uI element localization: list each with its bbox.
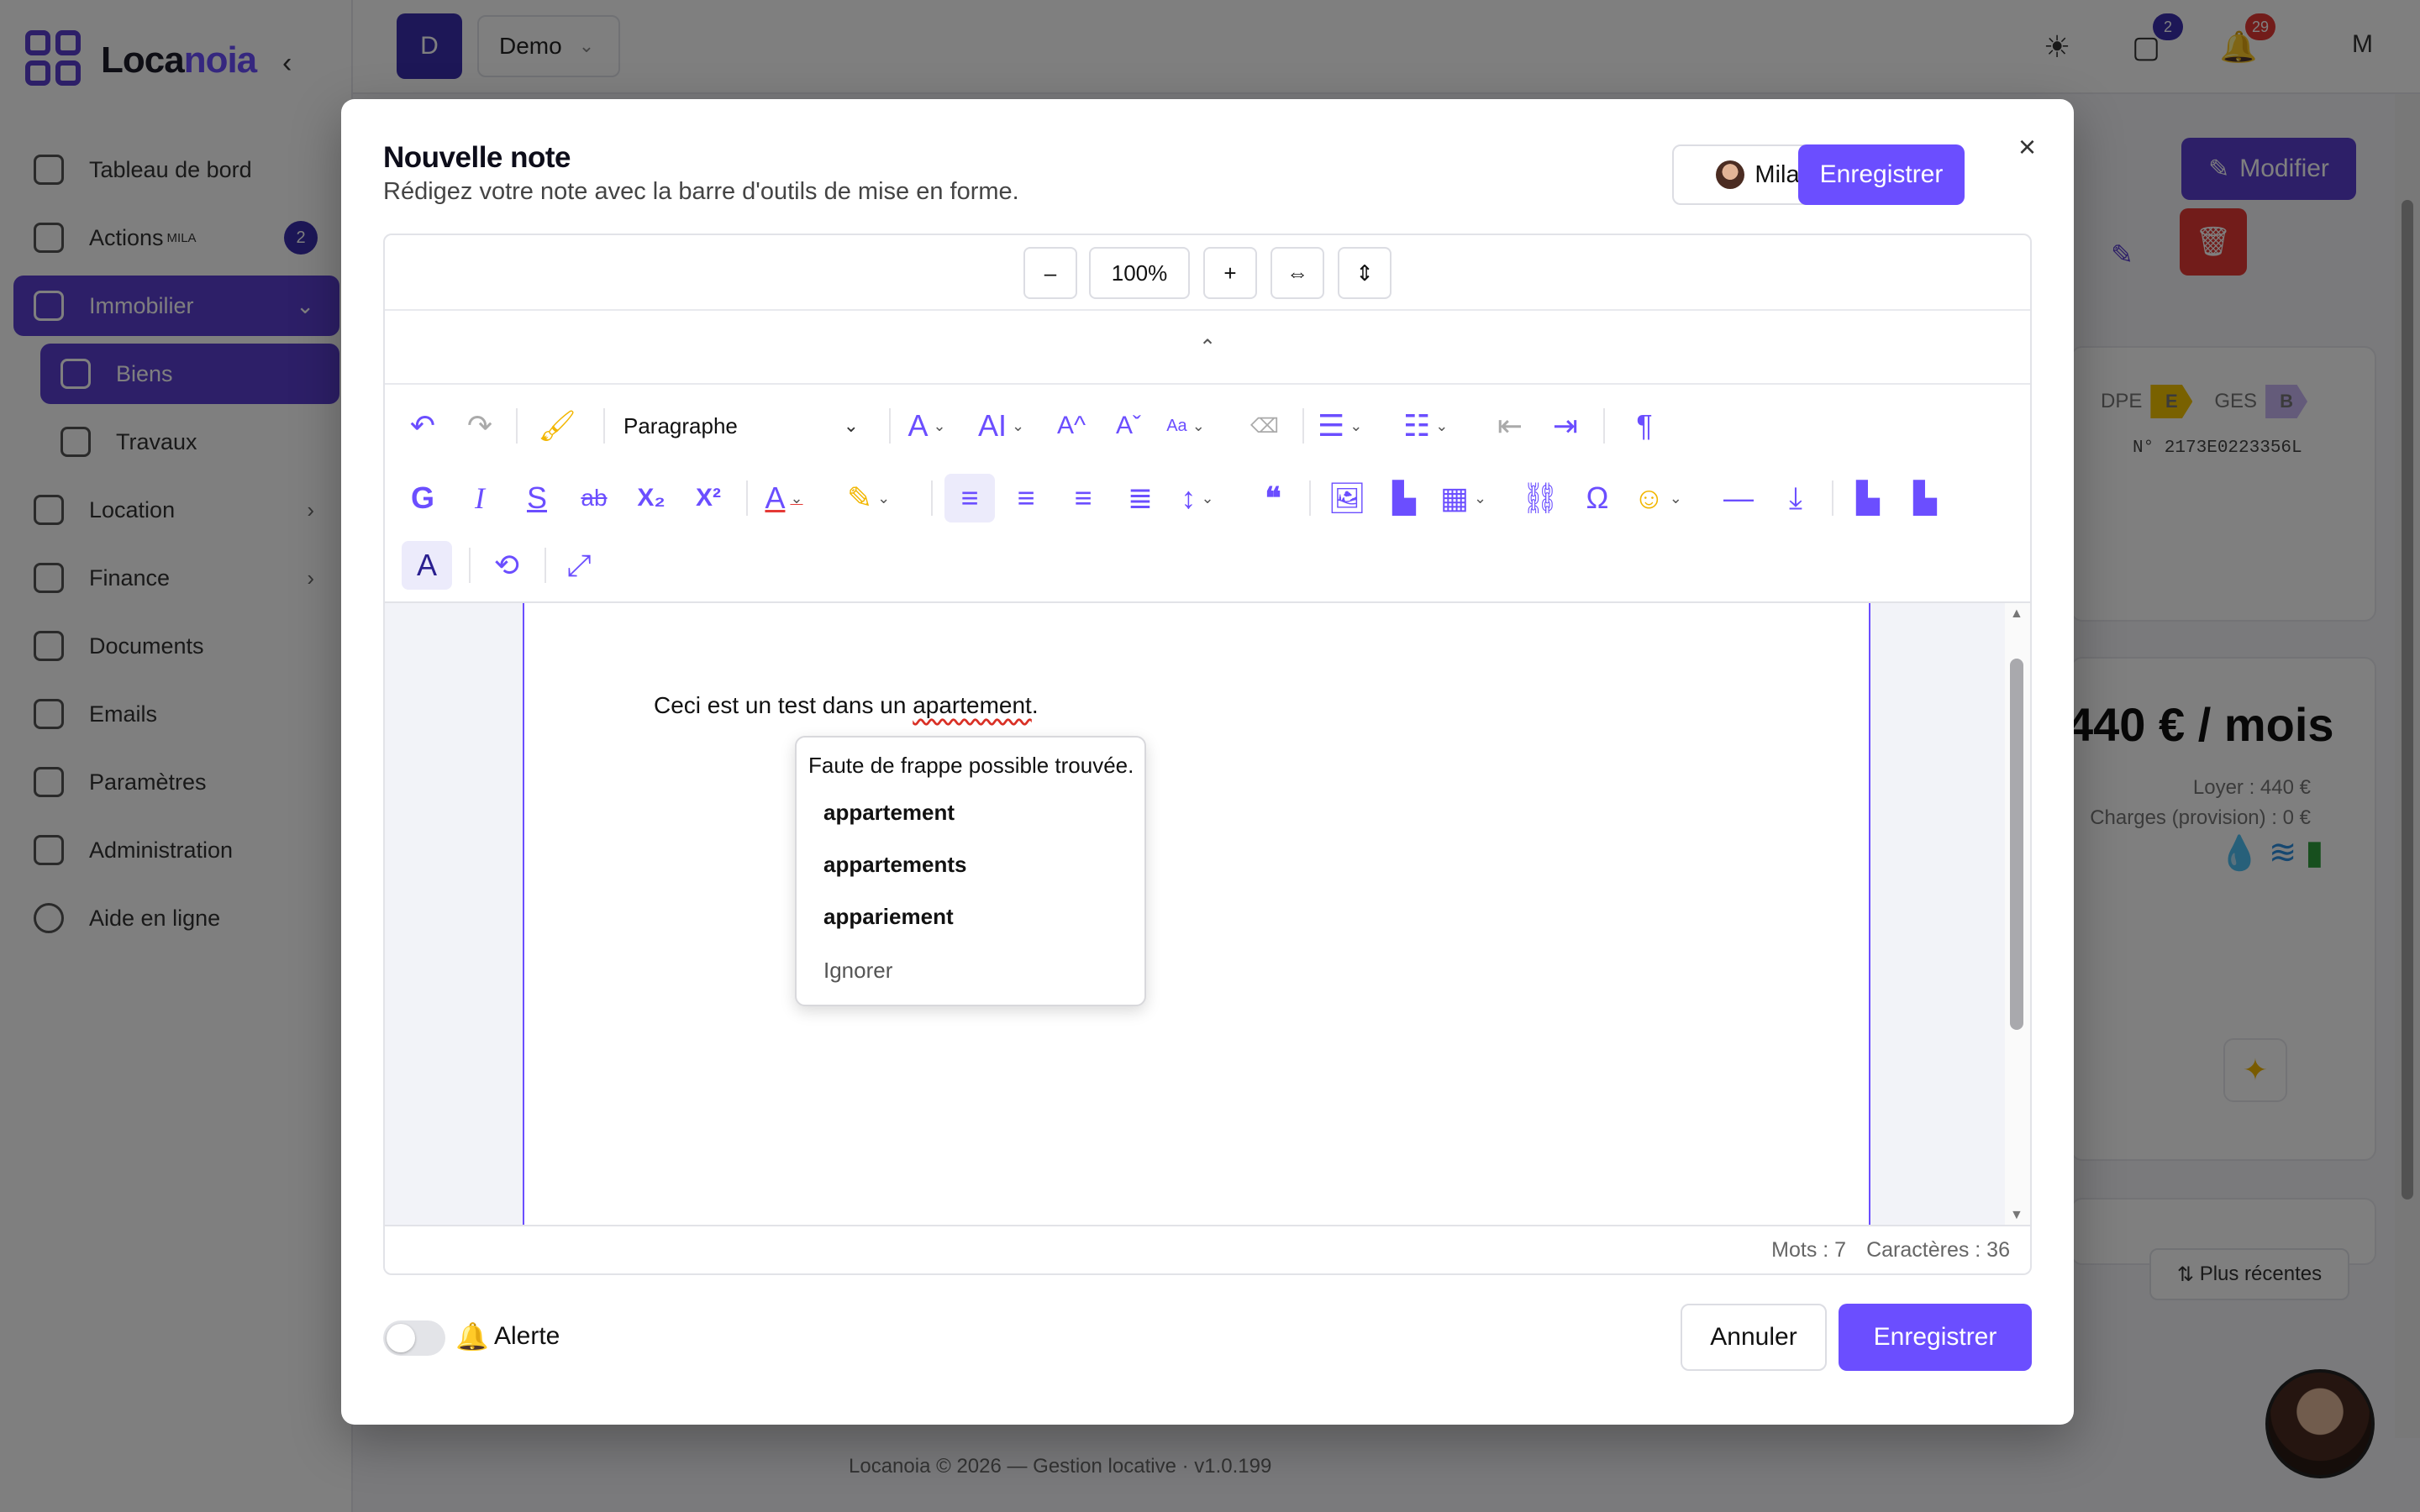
zoom-bar: – 100% + ⇔ ⇕ xyxy=(385,235,2030,311)
editor-status-bar: Mots : 7 Caractères : 36 xyxy=(385,1225,2030,1273)
scroll-up-icon[interactable]: ▲ xyxy=(2010,606,2023,622)
document-area: Ceci est un test dans un apartement. ▲ ▼ xyxy=(385,603,2030,1226)
page-break-icon[interactable]: ⤓ xyxy=(1775,474,1817,522)
indent-icon[interactable]: ⇥ xyxy=(1544,402,1586,450)
fit-width-icon[interactable]: ⇔ xyxy=(1270,247,1324,299)
modal-subtitle: Rédigez votre note avec la barre d'outil… xyxy=(383,178,1019,205)
chevron-up-icon: ⌃ xyxy=(1198,335,1217,359)
save-button[interactable]: Enregistrer xyxy=(1839,1304,2032,1371)
close-icon[interactable]: × xyxy=(2018,129,2036,165)
editor-scrollbar[interactable]: ▲ ▼ xyxy=(2005,603,2030,1226)
word-count: Mots : 7 xyxy=(1771,1237,1847,1262)
table-icon[interactable]: ▦ ⌄ xyxy=(1440,474,1486,522)
align-right-icon[interactable]: ≡ xyxy=(1062,474,1104,522)
underline-icon[interactable]: S xyxy=(516,474,558,522)
bullet-list-icon[interactable]: ☰ ⌄ xyxy=(1318,402,1362,450)
pilcrow-icon[interactable]: ¶ xyxy=(1623,402,1665,450)
bold-icon[interactable]: G xyxy=(402,474,444,522)
suggestion-item[interactable]: appartement xyxy=(823,800,955,826)
new-note-modal: Nouvelle note Rédigez votre note avec la… xyxy=(341,99,2074,1425)
zoom-out-button[interactable]: – xyxy=(1023,247,1077,299)
emoji-icon[interactable]: ☺ ⌄ xyxy=(1634,474,1682,522)
template-alt-icon[interactable]: ▙ xyxy=(1904,474,1946,522)
document-text[interactable]: Ceci est un test dans un apartement. xyxy=(654,692,1039,719)
cancel-button[interactable]: Annuler xyxy=(1681,1304,1827,1371)
redo-icon[interactable]: ↷ xyxy=(459,402,501,450)
ignore-option[interactable]: Ignorer xyxy=(823,958,892,984)
link-icon[interactable]: ⛓ xyxy=(1519,474,1561,522)
line-height-icon[interactable]: ↕ ⌄ xyxy=(1176,474,1218,522)
image-icon[interactable]: 🖼 xyxy=(1326,474,1368,522)
zoom-in-button[interactable]: + xyxy=(1203,247,1257,299)
rich-text-editor: – 100% + ⇔ ⇕ ⌃ ↶ ↷ 🖌 Paragraphe ⌄ A ⌄ AI ⌄ … xyxy=(383,234,2032,1275)
align-left-icon[interactable]: ≡ xyxy=(944,474,995,522)
suggestion-item[interactable]: appariement xyxy=(823,904,954,930)
undo-icon[interactable]: ↶ xyxy=(402,402,444,450)
alert-toggle[interactable] xyxy=(383,1320,445,1356)
font-size-icon[interactable]: AI ⌄ xyxy=(978,402,1024,450)
superscript-icon[interactable]: X² xyxy=(687,474,729,522)
spellcheck-icon[interactable]: A xyxy=(402,541,452,590)
change-case-icon[interactable]: Aa ⌄ xyxy=(1165,402,1207,450)
spellcheck-popup: Faute de frappe possible trouvée. appart… xyxy=(795,736,1146,1006)
bell-icon: 🔔 xyxy=(455,1321,489,1352)
chevron-down-icon: ⌄ xyxy=(843,415,859,436)
character-count: Caractères : 36 xyxy=(1866,1237,2010,1262)
suggestion-item[interactable]: appartements xyxy=(823,852,967,878)
document-page[interactable]: Ceci est un test dans un apartement. xyxy=(523,603,1870,1226)
horizontal-rule-icon[interactable]: — xyxy=(1718,474,1760,522)
text-color-icon[interactable]: A ⌄ xyxy=(763,474,805,522)
align-center-icon[interactable]: ≡ xyxy=(1005,474,1047,522)
increase-font-icon[interactable]: A^ xyxy=(1050,402,1092,450)
fit-height-icon[interactable]: ⇕ xyxy=(1338,247,1392,299)
outdent-icon[interactable]: ⇤ xyxy=(1489,402,1531,450)
eraser-icon[interactable]: ⌫ xyxy=(1244,402,1286,450)
strikethrough-icon[interactable]: ab xyxy=(573,474,615,522)
misspelled-word[interactable]: apartement xyxy=(913,692,1032,718)
block-format-select[interactable]: Paragraphe ⌄ xyxy=(623,402,867,450)
find-replace-icon[interactable]: ⟲ xyxy=(486,541,528,590)
italic-icon[interactable]: I xyxy=(459,474,501,522)
justify-icon[interactable]: ≣ xyxy=(1119,474,1161,522)
decrease-font-icon[interactable]: Aˇ xyxy=(1107,402,1150,450)
highlight-color-icon[interactable]: ✎ ⌄ xyxy=(847,474,890,522)
format-painter-icon[interactable]: 🖌 xyxy=(536,402,578,450)
numbered-list-icon[interactable]: ☷ ⌄ xyxy=(1403,402,1448,450)
save-button-header[interactable]: Enregistrer xyxy=(1798,144,1965,205)
modal-title: Nouvelle note xyxy=(383,141,571,174)
format-toolbar: ↶ ↷ 🖌 Paragraphe ⌄ A ⌄ AI ⌄ A^ Aˇ Aa ⌄ ⌫ ☰ ⌄ … xyxy=(385,385,2030,603)
special-char-icon[interactable]: Ω xyxy=(1576,474,1618,522)
mila-avatar xyxy=(1716,160,1745,189)
alert-label: Alerte xyxy=(494,1322,560,1350)
toolbar-collapse-toggle[interactable]: ⌃ xyxy=(385,311,2030,385)
font-family-icon[interactable]: A ⌄ xyxy=(906,402,948,450)
subscript-icon[interactable]: X₂ xyxy=(630,474,672,522)
spellcheck-header: Faute de frappe possible trouvée. xyxy=(808,753,1134,778)
file-icon[interactable]: ▙ xyxy=(1383,474,1425,522)
fullscreen-icon[interactable]: ⤢ xyxy=(558,541,600,590)
zoom-level[interactable]: 100% xyxy=(1089,247,1190,299)
scroll-down-icon[interactable]: ▼ xyxy=(2010,1208,2023,1223)
blockquote-icon[interactable]: ❝ xyxy=(1252,474,1294,522)
template-icon[interactable]: ▙ xyxy=(1847,474,1889,522)
